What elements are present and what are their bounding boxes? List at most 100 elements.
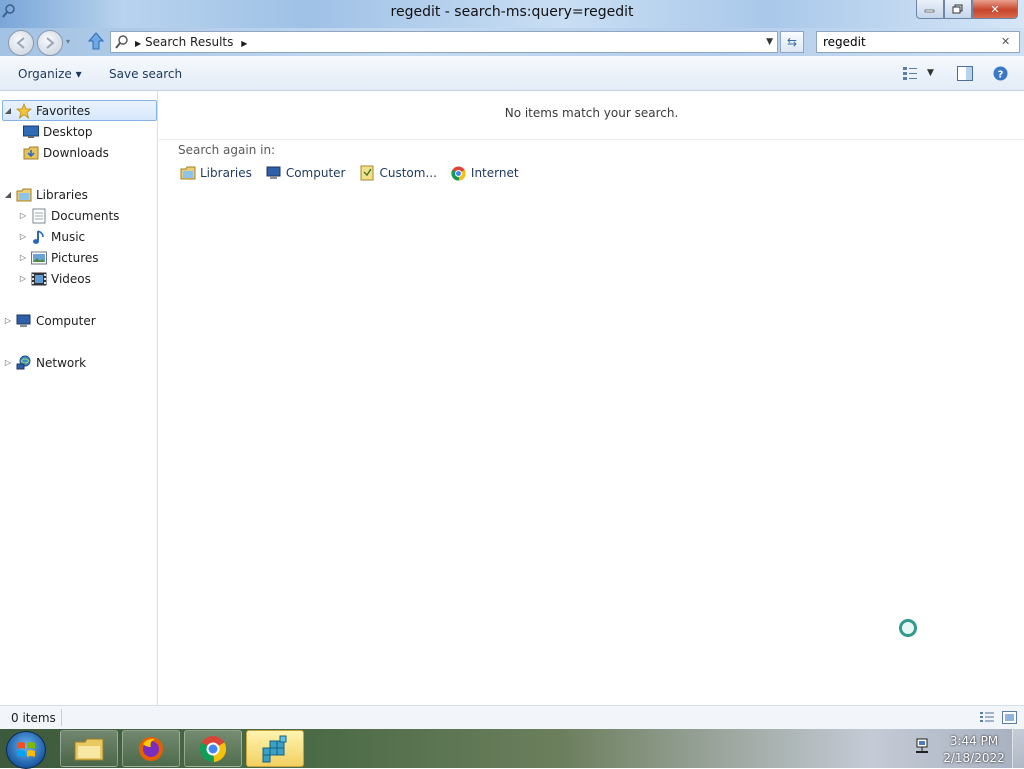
maximize-button[interactable] xyxy=(944,0,972,19)
search-again-libraries[interactable]: Libraries xyxy=(180,165,252,181)
chrome-icon xyxy=(199,735,227,762)
help-icon[interactable]: ? xyxy=(993,66,1008,81)
expand-icon[interactable]: ▷ xyxy=(3,316,13,325)
preview-pane-icon[interactable] xyxy=(957,66,973,81)
breadcrumb-search-results[interactable]: Search Results xyxy=(145,35,233,49)
refresh-button[interactable]: ⇆ xyxy=(780,31,804,53)
address-bar[interactable]: ▶ Search Results ▶ ▼ xyxy=(110,31,778,53)
collapse-icon[interactable]: ◢ xyxy=(3,190,13,199)
taskbar-chrome[interactable] xyxy=(184,730,242,767)
system-clock[interactable]: 3:44 PM 2/18/2022 xyxy=(940,733,1008,767)
status-divider xyxy=(61,709,62,726)
show-desktop-button[interactable] xyxy=(1012,729,1024,768)
change-view-icon[interactable] xyxy=(902,66,918,80)
tree-label-pictures: Pictures xyxy=(51,250,99,265)
expand-icon[interactable]: ▷ xyxy=(18,211,28,220)
pictures-icon xyxy=(30,250,48,266)
documents-icon xyxy=(30,208,48,224)
folder-icon xyxy=(74,738,104,760)
navigation-bar: ▾ ▶ Search Results ▶ ▼ ⇆ ✕ xyxy=(0,28,1024,56)
start-button[interactable] xyxy=(6,731,46,769)
collapse-icon[interactable]: ◢ xyxy=(3,106,13,115)
libraries-icon xyxy=(180,165,196,181)
organize-button[interactable]: Organize ▾ xyxy=(18,67,82,81)
svg-text:?: ? xyxy=(998,70,1004,81)
tree-label-downloads: Downloads xyxy=(43,145,109,160)
expand-icon[interactable]: ▷ xyxy=(3,358,13,367)
view-options-dropdown-icon[interactable]: ▼ xyxy=(927,68,934,78)
network-tray-icon[interactable] xyxy=(914,738,930,754)
search-location-icon xyxy=(115,35,128,49)
tree-item-documents[interactable]: ▷ Documents xyxy=(18,206,119,225)
tree-label-music: Music xyxy=(51,229,86,244)
windows-logo-icon xyxy=(17,742,35,757)
breadcrumb-separator-icon[interactable]: ▶ xyxy=(135,39,141,48)
forward-button[interactable] xyxy=(37,30,63,56)
status-bar: 0 items xyxy=(0,705,1024,729)
minimize-button[interactable] xyxy=(916,0,944,19)
address-history-dropdown-icon[interactable]: ▼ xyxy=(766,37,773,47)
registry-editor-icon xyxy=(262,735,287,762)
search-input[interactable] xyxy=(816,31,1020,53)
tree-label-videos: Videos xyxy=(51,271,91,286)
forward-arrow-icon xyxy=(46,37,55,49)
tree-item-videos[interactable]: ▷ Videos xyxy=(18,269,91,288)
tree-label-documents: Documents xyxy=(51,208,120,223)
breadcrumb-chevron-icon[interactable]: ▶ xyxy=(241,39,247,48)
tree-item-network[interactable]: ▷ Network xyxy=(3,353,86,372)
content-pane[interactable]: No items match your search. Search again… xyxy=(159,91,1024,705)
libraries-icon xyxy=(15,187,33,203)
expand-icon[interactable]: ▷ xyxy=(18,232,28,241)
details-view-icon[interactable] xyxy=(979,711,995,724)
expand-icon[interactable]: ▷ xyxy=(18,274,28,283)
taskbar-windows-explorer[interactable] xyxy=(60,730,118,767)
expand-icon[interactable]: ▷ xyxy=(18,253,28,262)
search-again-custom[interactable]: Custom... xyxy=(359,165,437,181)
search-again-internet[interactable]: Internet xyxy=(451,165,519,181)
minimize-icon xyxy=(924,9,935,13)
clock-date: 2/18/2022 xyxy=(943,751,1005,765)
item-count: 0 items xyxy=(11,711,56,725)
computer-icon xyxy=(266,165,282,181)
computer-icon xyxy=(15,313,33,329)
tree-item-computer[interactable]: ▷ Computer xyxy=(3,311,96,330)
taskbar xyxy=(0,729,1024,769)
taskbar-firefox[interactable] xyxy=(122,730,180,767)
close-icon: ✕ xyxy=(990,2,1000,16)
window-controls: ✕ xyxy=(916,0,1018,20)
back-arrow-icon xyxy=(16,37,25,49)
search-again-computer[interactable]: Computer xyxy=(266,165,346,181)
clear-search-icon[interactable]: ✕ xyxy=(1001,35,1010,48)
divider xyxy=(159,139,1024,140)
tree-item-desktop[interactable]: Desktop xyxy=(20,122,93,141)
videos-icon xyxy=(30,271,48,287)
restore-icon xyxy=(952,4,963,14)
downloads-folder-icon xyxy=(22,145,40,161)
title-bar[interactable]: regedit - search-ms:query=regedit ✕ xyxy=(0,0,1024,28)
desktop-icon xyxy=(22,124,40,140)
taskbar-registry-editor[interactable] xyxy=(246,730,304,767)
close-button[interactable]: ✕ xyxy=(972,0,1018,19)
save-search-button[interactable]: Save search xyxy=(109,67,182,81)
tree-label-libraries: Libraries xyxy=(36,187,88,202)
search-again-custom-label: Custom... xyxy=(379,166,437,180)
tree-item-libraries[interactable]: ◢ Libraries xyxy=(3,185,88,204)
up-arrow-icon[interactable] xyxy=(88,32,104,50)
large-icons-view-icon[interactable] xyxy=(1002,711,1017,724)
window-title: regedit - search-ms:query=regedit xyxy=(390,4,634,20)
clock-time: 3:44 PM xyxy=(949,734,999,748)
search-again-libraries-label: Libraries xyxy=(200,166,252,180)
tree-item-downloads[interactable]: Downloads xyxy=(20,143,109,162)
search-again-internet-label: Internet xyxy=(470,166,519,180)
network-icon xyxy=(15,355,33,371)
star-icon xyxy=(15,102,33,119)
tree-item-pictures[interactable]: ▷ Pictures xyxy=(18,248,99,267)
recent-pages-chevron-icon[interactable]: ▾ xyxy=(66,37,70,46)
chrome-icon xyxy=(451,165,467,181)
search-again-computer-label: Computer xyxy=(285,166,346,180)
tree-label-favorites: Favorites xyxy=(36,103,91,118)
back-button[interactable] xyxy=(8,30,34,56)
command-bar: Organize ▾ Save search ▼ ? xyxy=(0,56,1024,91)
tree-item-favorites[interactable]: ◢ Favorites xyxy=(2,100,157,121)
tree-item-music[interactable]: ▷ Music xyxy=(18,227,85,246)
